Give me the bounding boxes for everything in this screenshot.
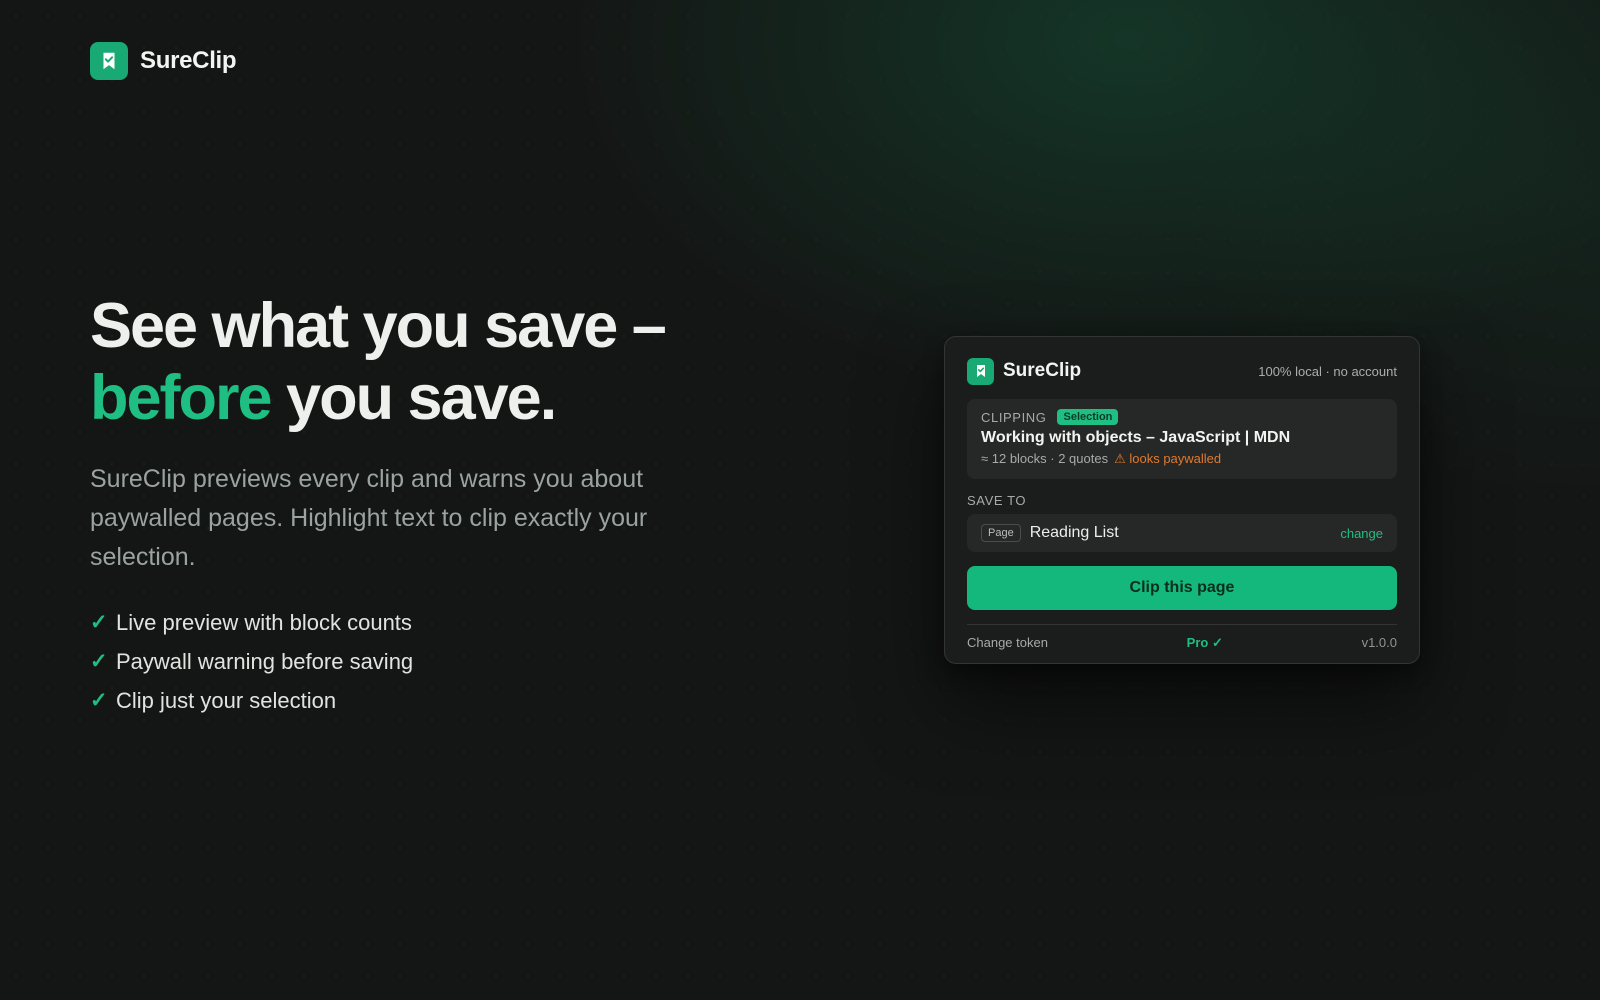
popup-header: SureClip 100% local · no account <box>967 357 1397 385</box>
popup-footer: Change token Pro ✓ v1.0.0 <box>967 624 1397 660</box>
feature-item: ✓ Clip just your selection <box>90 681 730 720</box>
clipping-label: CLIPPING <box>981 409 1047 425</box>
clipping-preview: CLIPPING Selection Working with objects … <box>967 399 1397 479</box>
hero-title-line1: See what you save – <box>90 291 667 361</box>
check-icon: ✓ <box>90 611 108 634</box>
feature-label: Clip just your selection <box>116 688 337 713</box>
clip-page-button[interactable]: Clip this page <box>967 566 1397 610</box>
hero-title: See what you save – before you save. <box>90 290 730 434</box>
bookmark-check-icon <box>967 357 994 385</box>
save-to-label: SAVE TO <box>967 493 1027 508</box>
clipping-header: CLIPPING Selection <box>981 409 1383 425</box>
extension-popup: SureClip 100% local · no account CLIPPIN… <box>944 336 1420 664</box>
brand-name[interactable]: SureClip <box>140 47 237 75</box>
hero-subtitle: SureClip previews every clip and warns y… <box>90 465 648 571</box>
site-header: SureClip <box>90 42 237 80</box>
feature-item: ✓ Live preview with block counts <box>90 603 730 642</box>
paywall-warning: ⚠ looks paywalled <box>1114 451 1222 466</box>
version-label: v1.0.0 <box>1361 635 1397 650</box>
feature-item: ✓ Paywall warning before saving <box>90 642 730 681</box>
feature-list: ✓ Live preview with block counts ✓ Paywa… <box>90 603 730 720</box>
clipping-title: Working with objects – JavaScript | MDN <box>981 429 1291 446</box>
block-count: ≈ 12 blocks · 2 quotes <box>981 451 1109 466</box>
hero-title-accent: before <box>90 363 273 433</box>
change-destination-link[interactable]: change <box>1340 526 1383 541</box>
page-type-chip: Page <box>981 524 1021 542</box>
hero-section: See what you save – before you save. Sur… <box>90 290 730 720</box>
clipping-stats: ≈ 12 blocks · 2 quotes ⚠ looks paywalled <box>981 451 1383 467</box>
check-icon: ✓ <box>90 689 108 712</box>
feature-label: Paywall warning before saving <box>116 649 414 674</box>
check-icon: ✓ <box>90 650 108 673</box>
hero-title-line2: you save. <box>270 363 557 433</box>
selection-badge: Selection <box>1057 409 1119 425</box>
popup-brand: SureClip <box>967 357 1082 385</box>
destination-name: Reading List <box>1029 524 1119 541</box>
privacy-note: 100% local · no account <box>1258 363 1397 379</box>
pro-status-badge: Pro ✓ <box>1186 634 1223 650</box>
change-token-link[interactable]: Change token <box>967 635 1048 650</box>
bookmark-check-icon <box>90 42 128 80</box>
popup-app-name: SureClip <box>1003 360 1082 381</box>
feature-label: Live preview with block counts <box>116 610 412 635</box>
destination-info: Page Reading List <box>981 524 1119 542</box>
save-to-destination: Page Reading List change <box>967 514 1397 552</box>
